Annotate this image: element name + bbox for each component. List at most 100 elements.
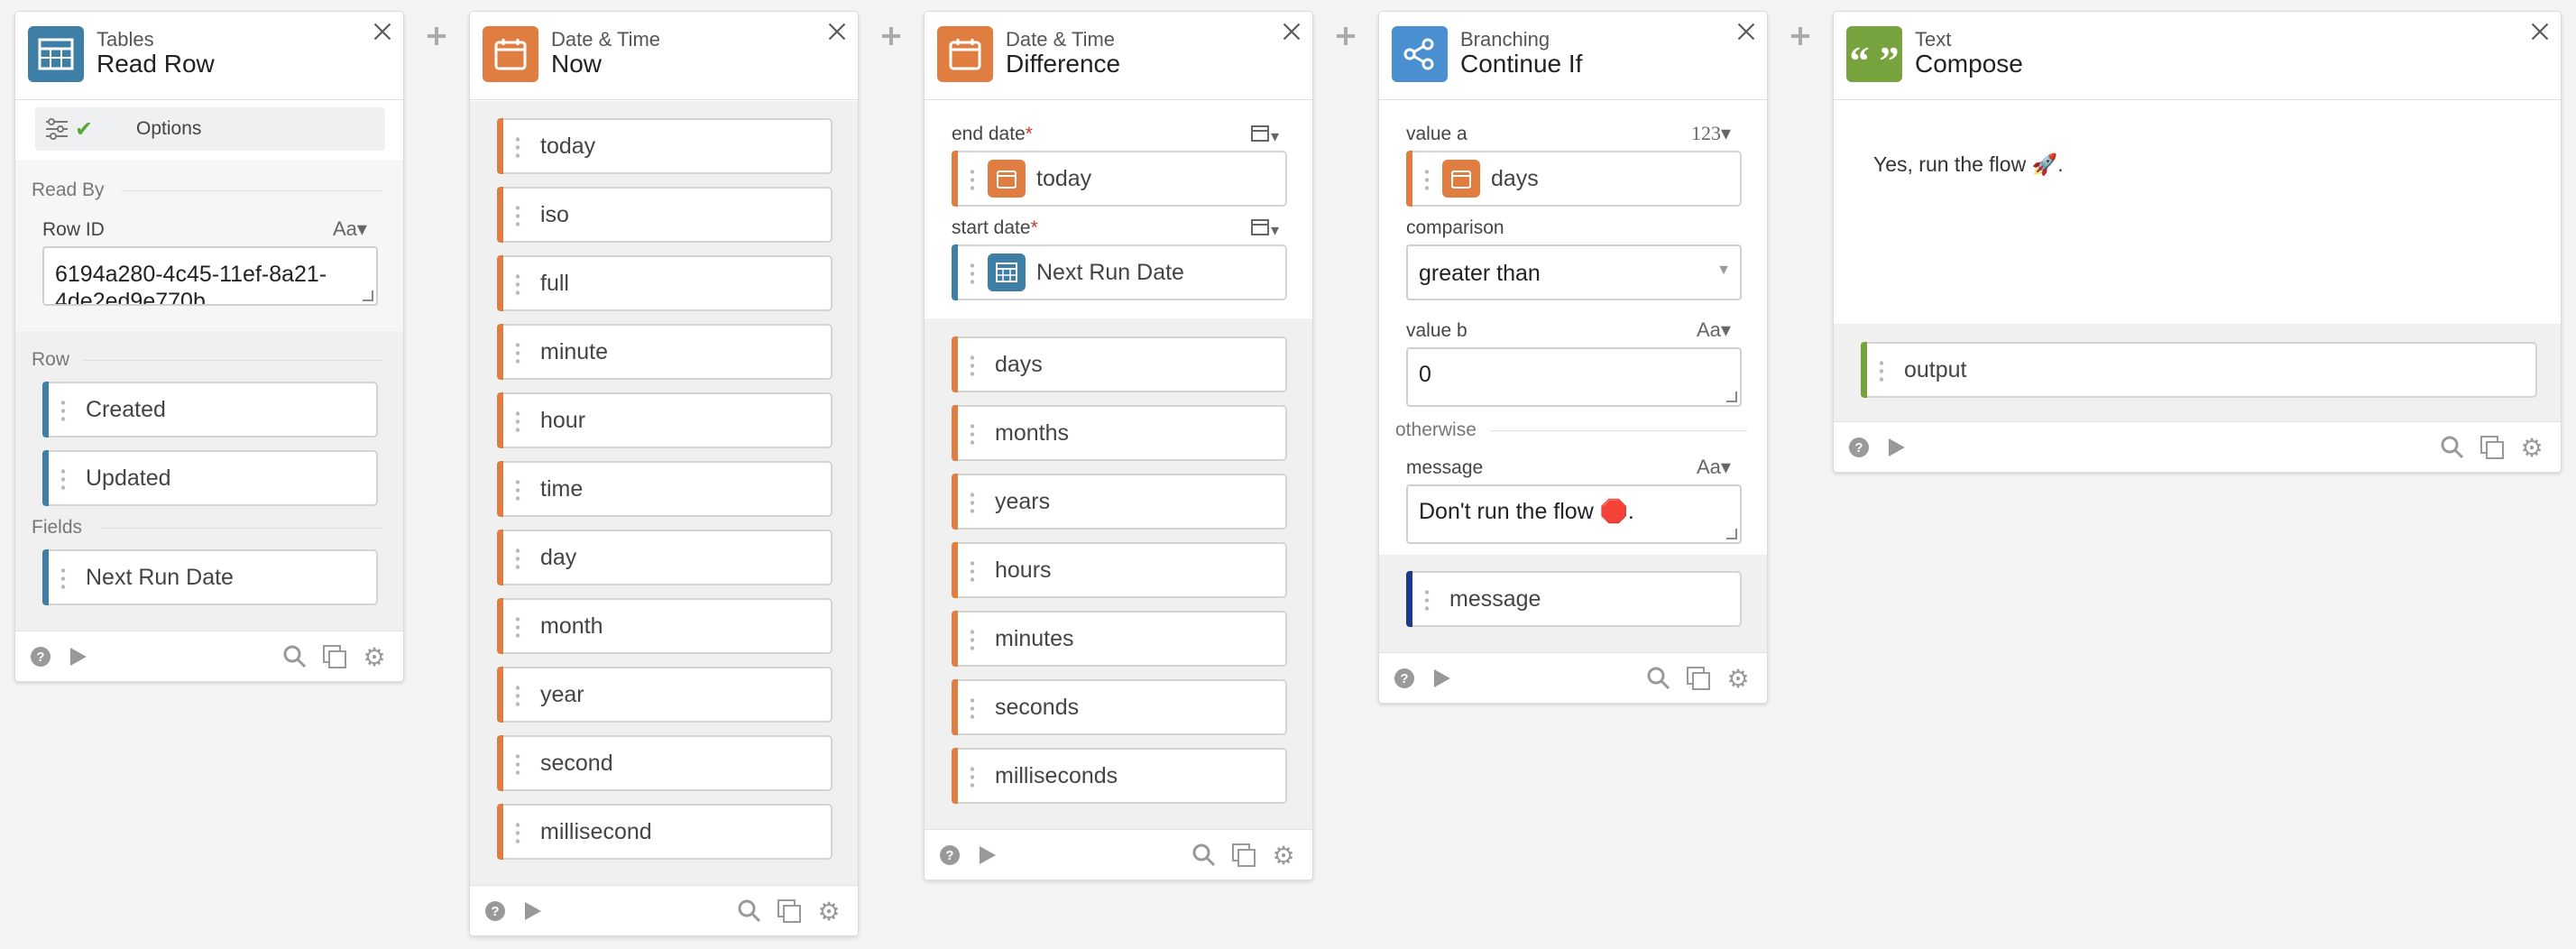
- help-icon[interactable]: ?: [1392, 666, 1417, 691]
- drag-handle-icon[interactable]: [513, 204, 522, 227]
- drag-handle-icon[interactable]: [59, 467, 68, 491]
- date-type-selector[interactable]: ▾: [1251, 124, 1279, 146]
- compose-text-editor[interactable]: Yes, run the flow 🚀.: [1861, 111, 2528, 309]
- duplicate-icon[interactable]: [1686, 666, 1711, 691]
- play-icon[interactable]: [66, 644, 91, 669]
- gear-icon[interactable]: ⚙: [1271, 842, 1296, 870]
- drag-handle-icon[interactable]: [513, 135, 522, 159]
- output-pill-second[interactable]: second: [497, 735, 833, 791]
- output-pill-message[interactable]: message: [1406, 571, 1742, 627]
- close-icon[interactable]: [1278, 17, 1305, 44]
- card-read-row: Tables Read Row ✔ Options Read By Row ID…: [14, 11, 404, 682]
- comparison-select[interactable]: greater than ▼: [1406, 244, 1742, 300]
- start-date-input[interactable]: Next Run Date: [952, 244, 1287, 300]
- date-type-selector[interactable]: ▾: [1251, 217, 1279, 240]
- output-pill-months[interactable]: months: [952, 405, 1287, 461]
- message-field[interactable]: Don't run the flow 🛑.: [1406, 484, 1742, 544]
- drag-handle-icon[interactable]: [513, 478, 522, 502]
- message-label: message: [1406, 457, 1484, 478]
- play-icon[interactable]: [975, 843, 1000, 868]
- drag-handle-icon[interactable]: [1422, 588, 1431, 612]
- gear-icon[interactable]: ⚙: [1725, 665, 1751, 693]
- type-selector[interactable]: Aa▾: [333, 217, 367, 241]
- type-selector[interactable]: 123▾: [1691, 122, 1731, 145]
- close-icon[interactable]: [823, 17, 851, 44]
- duplicate-icon[interactable]: [777, 898, 802, 924]
- drag-handle-icon[interactable]: [968, 262, 977, 285]
- output-pill-hours[interactable]: hours: [952, 542, 1287, 598]
- add-step-button[interactable]: [1789, 25, 1811, 47]
- drag-handle-icon[interactable]: [59, 399, 68, 422]
- drag-handle-icon[interactable]: [513, 821, 522, 844]
- gear-icon[interactable]: ⚙: [362, 643, 387, 671]
- row-id-field[interactable]: 6194a280-4c45-11ef-8a21-4de2ed9e770b: [42, 246, 378, 306]
- output-pill-seconds[interactable]: seconds: [952, 679, 1287, 735]
- output-pill-years[interactable]: years: [952, 474, 1287, 530]
- help-icon[interactable]: ?: [1846, 435, 1872, 460]
- play-icon[interactable]: [1430, 666, 1455, 691]
- drag-handle-icon[interactable]: [968, 422, 977, 446]
- drag-handle-icon[interactable]: [968, 696, 977, 720]
- drag-handle-icon[interactable]: [1877, 359, 1886, 382]
- value-b-field[interactable]: 0: [1406, 347, 1742, 407]
- close-icon[interactable]: [2526, 17, 2553, 44]
- gear-icon[interactable]: ⚙: [2519, 434, 2544, 462]
- output-pill-year[interactable]: year: [497, 667, 833, 723]
- search-icon[interactable]: [282, 644, 308, 669]
- output-pill-today[interactable]: today: [497, 118, 833, 174]
- help-icon[interactable]: ?: [483, 898, 508, 924]
- drag-handle-icon[interactable]: [968, 354, 977, 377]
- add-step-button[interactable]: [426, 25, 447, 47]
- drag-handle-icon[interactable]: [968, 491, 977, 514]
- output-pill-millisecond[interactable]: millisecond: [497, 804, 833, 860]
- drag-handle-icon[interactable]: [513, 547, 522, 570]
- output-pill-next-run-date[interactable]: Next Run Date: [42, 549, 378, 605]
- output-pill-created[interactable]: Created: [42, 382, 378, 438]
- search-icon[interactable]: [1191, 843, 1217, 868]
- output-pill-full[interactable]: full: [497, 255, 833, 311]
- end-date-input[interactable]: today: [952, 151, 1287, 207]
- drag-handle-icon[interactable]: [513, 410, 522, 433]
- drag-handle-icon[interactable]: [513, 684, 522, 707]
- output-pill-days[interactable]: days: [952, 336, 1287, 392]
- output-pill-day[interactable]: day: [497, 530, 833, 585]
- drag-handle-icon[interactable]: [513, 272, 522, 296]
- options-button[interactable]: ✔ Options: [35, 107, 385, 151]
- output-pill-time[interactable]: time: [497, 461, 833, 517]
- help-icon[interactable]: ?: [937, 843, 962, 868]
- play-icon[interactable]: [520, 898, 546, 924]
- duplicate-icon[interactable]: [322, 644, 347, 669]
- close-icon[interactable]: [369, 17, 396, 44]
- drag-handle-icon[interactable]: [968, 628, 977, 651]
- search-icon[interactable]: [2440, 435, 2465, 460]
- output-pill-hour[interactable]: hour: [497, 392, 833, 448]
- help-icon[interactable]: ?: [28, 644, 53, 669]
- drag-handle-icon[interactable]: [1422, 168, 1431, 191]
- output-pill-iso[interactable]: iso: [497, 187, 833, 243]
- drag-handle-icon[interactable]: [968, 559, 977, 583]
- drag-handle-icon[interactable]: [513, 341, 522, 364]
- add-step-button[interactable]: [1335, 25, 1357, 47]
- output-pill-minutes[interactable]: minutes: [952, 611, 1287, 667]
- output-pill-minute[interactable]: minute: [497, 324, 833, 380]
- duplicate-icon[interactable]: [1231, 843, 1256, 868]
- output-pill-output[interactable]: output: [1861, 342, 2537, 398]
- drag-handle-icon[interactable]: [968, 168, 977, 191]
- drag-handle-icon[interactable]: [513, 615, 522, 639]
- value-a-input[interactable]: days: [1406, 151, 1742, 207]
- output-pill-month[interactable]: month: [497, 598, 833, 654]
- type-selector[interactable]: Aa▾: [1697, 456, 1731, 479]
- play-icon[interactable]: [1884, 435, 1909, 460]
- output-pill-updated[interactable]: Updated: [42, 450, 378, 506]
- gear-icon[interactable]: ⚙: [816, 898, 842, 926]
- drag-handle-icon[interactable]: [513, 752, 522, 776]
- search-icon[interactable]: [737, 898, 762, 924]
- add-step-button[interactable]: [880, 25, 902, 47]
- drag-handle-icon[interactable]: [59, 567, 68, 590]
- close-icon[interactable]: [1733, 17, 1760, 44]
- output-pill-milliseconds[interactable]: milliseconds: [952, 748, 1287, 804]
- drag-handle-icon[interactable]: [968, 765, 977, 788]
- duplicate-icon[interactable]: [2479, 435, 2505, 460]
- type-selector[interactable]: Aa▾: [1697, 318, 1731, 342]
- search-icon[interactable]: [1646, 666, 1671, 691]
